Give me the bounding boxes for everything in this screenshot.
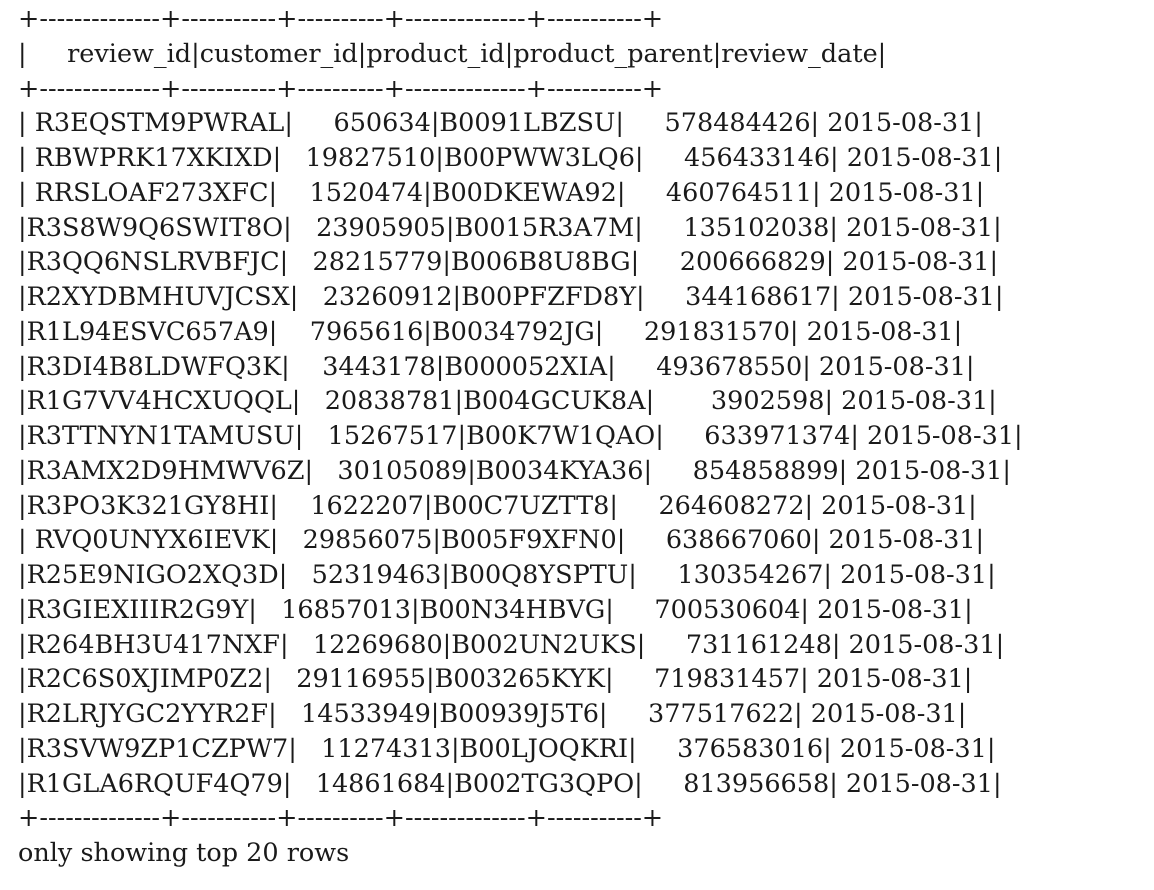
table-bottom-border: +--------------+-----------+----------+-… — [18, 803, 664, 834]
table-row: | RRSLOAF273XFC| 1520474|B00DKEWA92| 460… — [18, 177, 985, 208]
table-row: | R3EQSTM9PWRAL| 650634|B0091LBZSU| 5784… — [18, 108, 983, 139]
table-row: |R3GIEXIIIR2G9Y| 16857013|B00N34HBVG| 70… — [18, 594, 973, 625]
table-row: |R25E9NIGO2XQ3D| 52319463|B00Q8YSPTU| 13… — [18, 560, 996, 590]
table-header-row: | review_id|customer_id|product_id|produ… — [18, 38, 887, 69]
table-row: |R3AMX2D9HMWV6Z| 30105089|B0034KYA36| 85… — [18, 455, 1011, 486]
table-body: | R3EQSTM9PWRAL| 650634|B0091LBZSU| 5784… — [18, 106, 1023, 801]
table-row: |R2LRJYGC2YYR2F| 14533949|B00939J5T6| 37… — [18, 699, 967, 729]
table-row: |R3QQ6NSLRVBFJC| 28215779|B006B8U8BG| 20… — [18, 247, 999, 278]
table-row: |R1GLA6RQUF4Q79| 14861684|B002TG3QPO| 81… — [18, 768, 1002, 799]
console-output: +--------------+-----------+----------+-… — [18, 2, 1023, 871]
table-row: |R3DI4B8LDWFQ3K| 3443178|B000052XIA| 493… — [18, 351, 975, 382]
table-row: |R1G7VV4HCXUQQL| 20838781|B004GCUK8A| 39… — [18, 386, 997, 417]
table-row: |R3SVW9ZP1CZPW7| 11274313|B00LJOQKRI| 37… — [18, 733, 996, 764]
table-row: |R2C6S0XJIMP0Z2| 29116955|B003265KYK| 71… — [18, 664, 973, 695]
table-row: |R264BH3U417NXF| 12269680|B002UN2UKS| 73… — [18, 629, 1005, 660]
table-row: |R3S8W9Q6SWIT8O| 23905905|B0015R3A7M| 13… — [18, 212, 1002, 243]
table-row: |R1L94ESVC657A9| 7965616|B0034792JG| 291… — [18, 316, 963, 347]
table-top-border: +--------------+-----------+----------+-… — [18, 4, 664, 34]
table-row: |R2XYDBMHUVJCSX| 23260912|B00PFZFD8Y| 34… — [18, 282, 1004, 312]
table-row: | RVQ0UNYX6IEVK| 29856075|B005F9XFN0| 63… — [18, 525, 985, 556]
table-row: | RBWPRK17XKIXD| 19827510|B00PWW3LQ6| 45… — [18, 143, 1003, 173]
table-row: |R3TTNYN1TAMUSU| 15267517|B00K7W1QAO| 63… — [18, 421, 1023, 451]
table-header-separator: +--------------+-----------+----------+-… — [18, 73, 664, 104]
table-row: |R3PO3K321GY8HI| 1622207|B00C7UZTT8| 264… — [18, 490, 977, 521]
footer-text: only showing top 20 rows — [18, 838, 350, 868]
